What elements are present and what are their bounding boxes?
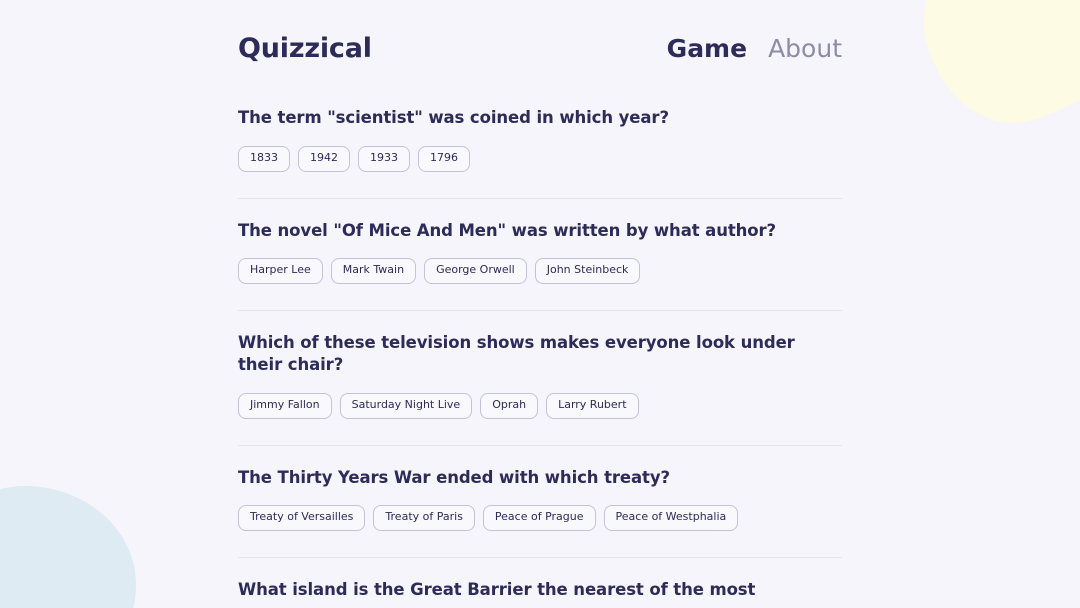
main-nav: Game About	[667, 36, 842, 61]
answer-button[interactable]: Jimmy Fallon	[238, 392, 332, 419]
nav-link-about[interactable]: About	[768, 36, 842, 61]
page-root: Quizzical Game About The term "scientist…	[0, 0, 1080, 608]
question-text: The novel "Of Mice And Men" was written …	[238, 220, 777, 240]
answer-button[interactable]: 1933	[358, 145, 410, 172]
answer-button[interactable]: Treaty of Paris	[373, 505, 475, 532]
question-text: The Thirty Years War ended with which tr…	[238, 467, 670, 487]
quiz-list: The term "scientist" was coined in which…	[238, 107, 842, 608]
quiz-item: Which of these television shows makes ev…	[238, 332, 842, 422]
quiz-item: The Thirty Years War ended with which tr…	[238, 467, 842, 536]
answer-button[interactable]: Saturday Night Live	[339, 392, 473, 419]
answer-button[interactable]: Larry Rubert	[546, 392, 639, 419]
answer-button[interactable]: 1942	[298, 145, 350, 172]
answer-options: Treaty of Versailles Treaty of Paris Peace…	[238, 505, 842, 532]
app-logo: Quizzical	[238, 32, 372, 64]
app-header: Quizzical Game About	[238, 20, 842, 76]
answer-button[interactable]: 1833	[238, 145, 290, 172]
question-divider	[238, 444, 842, 446]
answer-button[interactable]: Peace of Westphalia	[603, 505, 739, 532]
answer-options: Harper Lee Mark Twain George Orwell John St…	[238, 258, 842, 285]
question-text: The term "scientist" was coined in which…	[238, 108, 669, 127]
answer-button[interactable]: George Orwell	[424, 258, 527, 285]
nav-link-game[interactable]: Game	[667, 36, 747, 61]
answer-button[interactable]: Harper Lee	[238, 258, 323, 285]
question-text: Which of these television shows makes ev…	[238, 333, 795, 374]
question-divider	[238, 310, 842, 312]
answer-button[interactable]: John Steinbeck	[534, 258, 641, 285]
answer-button[interactable]: Treaty of Versailles	[238, 505, 366, 532]
answer-button[interactable]: Peace of Prague	[482, 505, 596, 532]
answer-button[interactable]: Oprah	[480, 392, 539, 419]
answer-button[interactable]: 1796	[418, 145, 470, 172]
question-divider	[238, 197, 842, 199]
answer-options: Jimmy Fallon Saturday Night Live Oprah Larr…	[238, 392, 842, 419]
answer-options: 1833 1942 1933 1796	[238, 145, 842, 172]
answer-button[interactable]: Mark Twain	[330, 258, 417, 285]
quiz-item: What island is the Great Barrier the nea…	[238, 579, 842, 608]
quiz-item: The novel "Of Mice And Men" was written …	[238, 220, 842, 289]
quiz-item: The term "scientist" was coined in which…	[238, 107, 842, 176]
content-container: Quizzical Game About The term "scientist…	[238, 0, 842, 608]
question-divider	[238, 557, 842, 559]
question-text: What island is the Great Barrier the nea…	[238, 580, 756, 600]
